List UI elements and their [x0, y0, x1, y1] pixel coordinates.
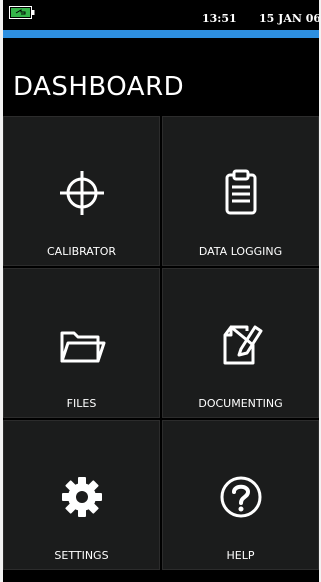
document-pen-icon [217, 321, 265, 369]
tile-help[interactable]: HELP [162, 420, 319, 570]
crosshair-icon [58, 169, 106, 217]
tile-documenting[interactable]: DOCUMENTING [162, 268, 319, 418]
tile-settings[interactable]: SETTINGS [3, 420, 160, 570]
accent-bar [3, 30, 319, 38]
device-screen: 13:51 15 JAN 06 DASHBOARD CALIBRATOR DAT… [3, 0, 319, 582]
status-date: 15 JAN 06 [259, 12, 319, 25]
tile-label: CALIBRATOR [46, 245, 116, 258]
gear-icon [58, 473, 106, 521]
tile-label: HELP [226, 549, 255, 562]
status-time: 13:51 [202, 12, 237, 25]
tile-label: SETTINGS [54, 549, 109, 562]
dashboard-grid: CALIBRATOR DATA LOGGING FILES DOCUMENTIN… [3, 116, 319, 582]
tile-label: FILES [66, 397, 97, 410]
tile-files[interactable]: FILES [3, 268, 160, 418]
page-title: DASHBOARD [13, 72, 185, 102]
help-icon [217, 473, 265, 521]
tile-label: DATA LOGGING [198, 245, 283, 258]
folder-icon [58, 321, 106, 369]
tile-label: DOCUMENTING [198, 397, 283, 410]
tile-data-logging[interactable]: DATA LOGGING [162, 116, 319, 266]
battery-charging-icon [9, 4, 35, 19]
status-bar: 13:51 15 JAN 06 [3, 0, 319, 30]
clipboard-icon [217, 169, 265, 217]
tile-calibrator[interactable]: CALIBRATOR [3, 116, 160, 266]
